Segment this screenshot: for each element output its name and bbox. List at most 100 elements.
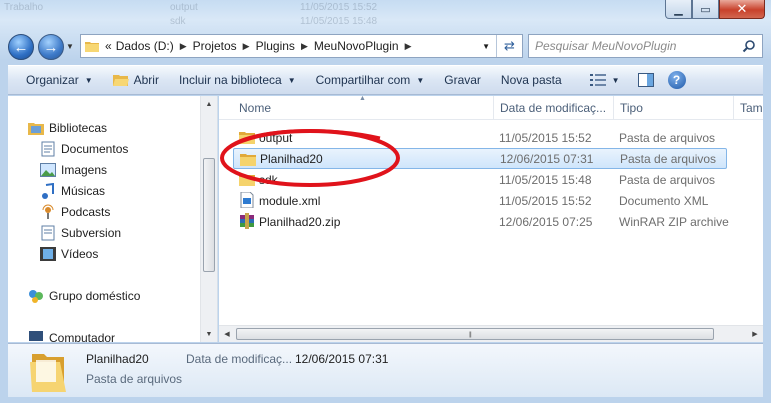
column-headers: ▲ Nome Data de modificaç... Tipo Tam <box>219 96 763 120</box>
column-header-type[interactable]: Tipo <box>614 96 734 120</box>
scroll-left-icon[interactable]: ◀ <box>219 326 235 342</box>
file-list: ▲ Nome Data de modificaç... Tipo Tam out… <box>219 96 763 342</box>
file-name: output <box>259 130 293 145</box>
details-date-value: 12/06/2015 07:31 <box>295 352 389 366</box>
navigation-bar: ← → ▼ « Dados (D:) ▶ Projetos ▶ Plugins … <box>8 32 763 62</box>
breadcrumb-chevron-icon[interactable]: ▶ <box>243 41 250 52</box>
back-button[interactable]: ← <box>8 34 34 60</box>
open-button[interactable]: Abrir <box>103 66 169 94</box>
file-list-horizontal-scrollbar[interactable]: ◀ ||| ▶ <box>219 325 763 342</box>
column-header-date[interactable]: Data de modificaç... <box>494 96 614 120</box>
breadcrumb-chevron-icon[interactable]: ▶ <box>301 41 308 52</box>
podcast-icon <box>40 204 56 220</box>
organize-button[interactable]: Organizar ▼ <box>8 66 103 94</box>
sidebar-item-homegroup[interactable]: Grupo doméstico <box>28 286 140 306</box>
share-with-button[interactable]: Compartilhar com ▼ <box>306 66 435 94</box>
file-name: Planilhad20 <box>260 151 323 166</box>
details-file-name: Planilhad20 <box>86 352 149 366</box>
navigation-pane: Bibliotecas Documentos Imagens Músicas P… <box>8 96 218 342</box>
file-name: Planilhad20.zip <box>259 214 341 229</box>
file-type: WinRAR ZIP archive <box>619 214 729 229</box>
film-icon <box>40 246 56 262</box>
search-placeholder: Pesquisar MeuNovoPlugin <box>535 39 677 53</box>
address-dropdown-icon[interactable]: ▼ <box>482 42 490 51</box>
folder-icon <box>30 354 66 392</box>
file-row[interactable]: output 11/05/2015 15:52 Pasta de arquivo… <box>233 127 727 148</box>
explorer-window: Trabalho output 11/05/2015 15:52 sdk 11/… <box>0 0 771 403</box>
music-note-icon <box>40 183 56 199</box>
chevron-down-icon: ▼ <box>416 75 425 85</box>
file-type: Documento XML <box>619 193 709 208</box>
recent-pages-dropdown[interactable]: ▼ <box>66 42 74 51</box>
close-button[interactable]: ✕ <box>719 0 765 19</box>
file-date: 12/06/2015 07:25 <box>499 214 593 229</box>
file-row[interactable]: sdk 11/05/2015 15:48 Pasta de arquivos <box>233 169 727 190</box>
breadcrumb-item[interactable]: Dados (D:) <box>116 39 174 53</box>
file-row[interactable]: module.xml 11/05/2015 15:52 Documento XM… <box>233 190 727 211</box>
sidebar-item-podcasts[interactable]: Podcasts <box>40 202 110 222</box>
file-type: Pasta de arquivos <box>619 130 716 145</box>
breadcrumb-overflow[interactable]: « <box>105 39 112 53</box>
breadcrumb-item[interactable]: Plugins <box>256 39 295 53</box>
preview-pane-icon <box>637 73 654 87</box>
background-window-ghost: Trabalho output 11/05/2015 15:52 sdk 11/… <box>4 2 378 27</box>
scroll-down-icon[interactable]: ▼ <box>201 326 217 342</box>
computer-icon <box>28 330 44 342</box>
file-name: module.xml <box>259 193 321 208</box>
chevron-down-icon: ▼ <box>287 75 296 85</box>
refresh-icon: ⇄ <box>504 38 515 53</box>
file-date: 11/05/2015 15:48 <box>499 172 592 187</box>
search-input[interactable]: Pesquisar MeuNovoPlugin <box>528 34 763 58</box>
file-row-selected[interactable]: Planilhad20 12/06/2015 07:31 Pasta de ar… <box>233 148 727 169</box>
folder-icon <box>239 132 255 144</box>
burn-button[interactable]: Gravar <box>434 66 491 94</box>
column-header-size[interactable]: Tam <box>734 96 763 120</box>
caption-buttons: ▁ ▭ ✕ <box>665 0 765 19</box>
search-icon[interactable] <box>742 39 756 53</box>
include-in-library-button[interactable]: Incluir na biblioteca ▼ <box>169 66 306 94</box>
file-row[interactable]: Planilhad20.zip 12/06/2015 07:25 WinRAR … <box>233 211 729 232</box>
sidebar-item-computer[interactable]: Computador <box>28 328 115 342</box>
winrar-archive-icon <box>240 213 254 229</box>
images-icon <box>40 162 56 178</box>
sidebar-item-images[interactable]: Imagens <box>40 160 107 180</box>
sidebar-item-music[interactable]: Músicas <box>40 181 105 201</box>
scroll-thumb[interactable] <box>203 158 215 272</box>
scroll-grip-icon: ||| <box>469 332 472 338</box>
details-date-label: Data de modificaç... <box>186 352 293 366</box>
libraries-icon <box>28 120 44 136</box>
breadcrumb-item[interactable]: Projetos <box>193 39 237 53</box>
scroll-right-icon[interactable]: ▶ <box>747 326 763 342</box>
documents-icon <box>40 141 56 157</box>
sidebar-item-documents[interactable]: Documentos <box>40 139 128 159</box>
column-header-name[interactable]: Nome <box>233 96 494 120</box>
folder-icon <box>85 42 99 52</box>
file-name: sdk <box>259 172 278 187</box>
sidebar-item-libraries[interactable]: Bibliotecas <box>28 118 107 138</box>
sidebar-item-subversion[interactable]: Subversion <box>40 223 121 243</box>
maximize-button[interactable]: ▭ <box>692 0 719 19</box>
view-list-icon <box>589 74 606 86</box>
breadcrumb-item[interactable]: MeuNovoPlugin <box>314 39 399 53</box>
folder-open-icon <box>112 75 129 86</box>
details-file-type: Pasta de arquivos <box>86 372 183 386</box>
scroll-up-icon[interactable]: ▲ <box>201 96 217 112</box>
arrow-left-icon: ← <box>13 38 29 56</box>
change-view-button[interactable]: ▼ <box>580 66 630 94</box>
chevron-down-icon: ▼ <box>84 75 93 85</box>
breadcrumb-chevron-icon[interactable]: ▶ <box>180 41 187 52</box>
navigation-pane-scrollbar[interactable]: ▲ ▼ <box>200 96 217 342</box>
help-button[interactable]: ? <box>662 66 692 94</box>
forward-button[interactable]: → <box>38 34 64 60</box>
command-bar: Organizar ▼ Abrir Incluir na biblioteca ▼ … <box>8 65 763 95</box>
breadcrumb-chevron-icon[interactable]: ▶ <box>405 41 412 52</box>
new-folder-button[interactable]: Nova pasta <box>491 66 572 94</box>
minimize-button[interactable]: ▁ <box>665 0 692 19</box>
details-pane: Planilhad20 Pasta de arquivos Data de mo… <box>8 343 763 397</box>
scroll-thumb[interactable]: ||| <box>236 328 714 340</box>
arrow-right-icon: → <box>43 38 59 56</box>
refresh-button[interactable]: ⇄ <box>496 35 522 57</box>
preview-pane-button[interactable] <box>630 66 662 94</box>
address-bar[interactable]: « Dados (D:) ▶ Projetos ▶ Plugins ▶ MeuN… <box>80 34 523 58</box>
sidebar-item-videos[interactable]: Vídeos <box>40 244 98 264</box>
